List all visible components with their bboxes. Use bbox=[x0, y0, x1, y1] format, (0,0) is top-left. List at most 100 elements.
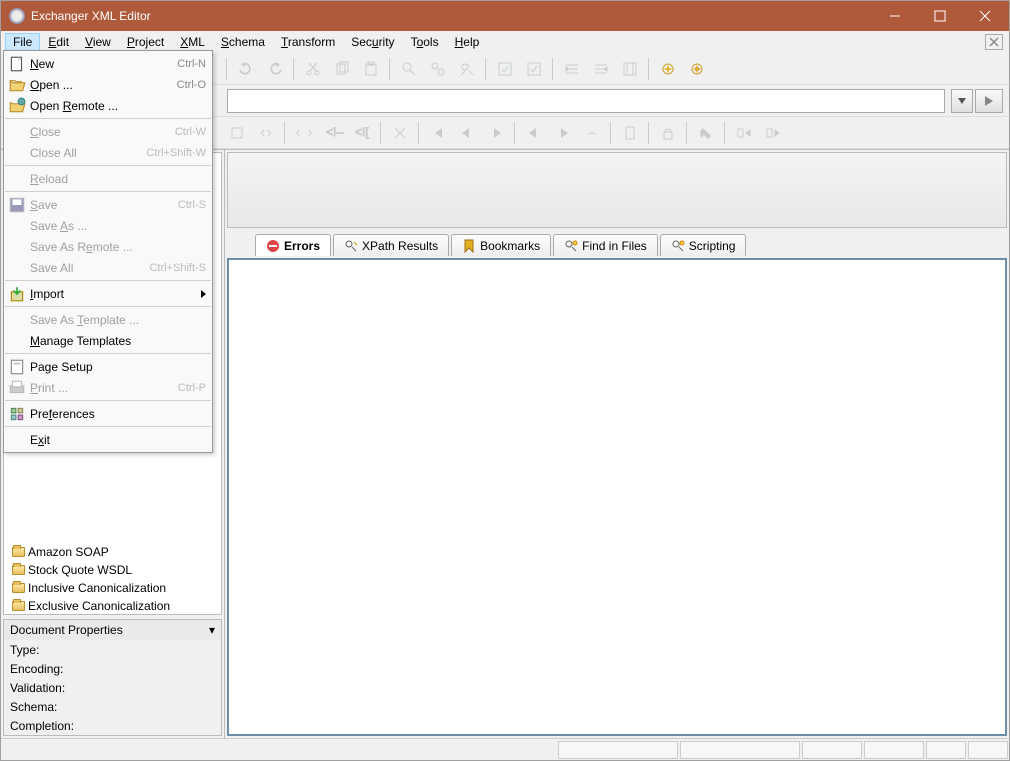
find-next-button[interactable] bbox=[424, 55, 451, 82]
undo-button[interactable] bbox=[232, 55, 259, 82]
cdata-button[interactable]: <![ bbox=[348, 119, 375, 146]
menu-view[interactable]: View bbox=[77, 33, 119, 51]
svg-text:<!--: <!-- bbox=[326, 125, 344, 139]
tab-errors[interactable]: Errors bbox=[255, 234, 331, 256]
status-cell bbox=[802, 741, 862, 759]
print-icon bbox=[8, 380, 26, 396]
open-icon bbox=[8, 77, 26, 93]
menu-item-open-remote[interactable]: Open Remote ... bbox=[4, 95, 212, 116]
lock-button[interactable] bbox=[654, 119, 681, 146]
project-item[interactable]: Exclusive Canonicalization bbox=[10, 597, 221, 615]
menu-item-exit[interactable]: Exit bbox=[4, 429, 212, 450]
blank-icon bbox=[8, 312, 26, 328]
find-icon bbox=[564, 239, 578, 253]
goto-start-button[interactable] bbox=[424, 119, 451, 146]
statusbar bbox=[1, 738, 1009, 760]
select-element-button[interactable] bbox=[223, 119, 250, 146]
menu-item-save-as: Save As ... bbox=[4, 215, 212, 236]
menu-security[interactable]: Security bbox=[343, 33, 402, 51]
expand-button[interactable] bbox=[759, 119, 786, 146]
menu-project[interactable]: Project bbox=[119, 33, 172, 51]
validate-button[interactable] bbox=[491, 55, 518, 82]
property-row: Completion: bbox=[4, 716, 221, 735]
svg-text:<![: <![ bbox=[355, 125, 369, 139]
find-button[interactable] bbox=[395, 55, 422, 82]
tab-find-in-files[interactable]: Find in Files bbox=[553, 234, 658, 256]
file-menu-dropdown: NewCtrl-NOpen ...Ctrl-OOpen Remote ... Cl… bbox=[3, 50, 213, 453]
wellformed-button[interactable] bbox=[520, 55, 547, 82]
menu-item-open[interactable]: Open ...Ctrl-O bbox=[4, 74, 212, 95]
dropdown-arrow-icon: ▾ bbox=[209, 623, 215, 637]
blank-icon bbox=[8, 145, 26, 161]
goto-prev-button[interactable] bbox=[453, 119, 480, 146]
goto-next-button[interactable] bbox=[482, 119, 509, 146]
open-remote-icon bbox=[8, 98, 26, 114]
menu-help[interactable]: Help bbox=[447, 33, 488, 51]
outdent-button[interactable] bbox=[587, 55, 614, 82]
xpath-run-button[interactable] bbox=[975, 89, 1003, 113]
right-panel: ErrorsXPath ResultsBookmarksFind in File… bbox=[225, 150, 1009, 738]
property-row: Validation: bbox=[4, 678, 221, 697]
paste-button[interactable] bbox=[357, 55, 384, 82]
mdi-close-icon[interactable] bbox=[985, 34, 1003, 50]
status-cell bbox=[680, 741, 800, 759]
menu-item-import[interactable]: Import bbox=[4, 283, 212, 304]
property-row: Type: bbox=[4, 640, 221, 659]
menu-transform[interactable]: Transform bbox=[273, 33, 343, 51]
close-button[interactable] bbox=[962, 2, 1007, 31]
collapse-button[interactable] bbox=[730, 119, 757, 146]
up-button[interactable] bbox=[578, 119, 605, 146]
blank-icon bbox=[8, 260, 26, 276]
highlight-button[interactable] bbox=[692, 119, 719, 146]
indent-button[interactable] bbox=[558, 55, 585, 82]
copy-button[interactable] bbox=[328, 55, 355, 82]
xpath-input[interactable] bbox=[227, 89, 945, 113]
debug-scenario-button[interactable] bbox=[683, 55, 710, 82]
app-icon bbox=[9, 8, 25, 24]
tab-bookmarks[interactable]: Bookmarks bbox=[451, 234, 551, 256]
comment-button[interactable]: <!-- bbox=[319, 119, 346, 146]
split-button[interactable] bbox=[386, 119, 413, 146]
menu-tools[interactable]: Tools bbox=[403, 33, 447, 51]
replace-button[interactable] bbox=[453, 55, 480, 82]
document-properties-header[interactable]: Document Properties ▾ bbox=[4, 620, 221, 640]
menu-item-save-as-remote: Save As Remote ... bbox=[4, 236, 212, 257]
menu-schema[interactable]: Schema bbox=[213, 33, 273, 51]
menu-edit[interactable]: Edit bbox=[40, 33, 77, 51]
select-content-button[interactable] bbox=[252, 119, 279, 146]
project-item[interactable]: Stock Quote WSDL bbox=[10, 561, 221, 579]
blank-icon bbox=[8, 171, 26, 187]
blank-icon bbox=[8, 124, 26, 140]
menu-file[interactable]: File bbox=[5, 33, 40, 51]
menu-item-close: CloseCtrl-W bbox=[4, 121, 212, 142]
app-window: Exchanger XML Editor File Edit View Proj… bbox=[0, 0, 1010, 761]
xpath-dropdown-button[interactable] bbox=[951, 89, 973, 113]
menu-item-save-all: Save AllCtrl+Shift-S bbox=[4, 257, 212, 278]
first-child-button[interactable] bbox=[520, 119, 547, 146]
maximize-button[interactable] bbox=[917, 2, 962, 31]
window-title: Exchanger XML Editor bbox=[31, 9, 872, 23]
property-row: Encoding: bbox=[4, 659, 221, 678]
bookmark-button[interactable] bbox=[616, 119, 643, 146]
tab-scripting[interactable]: Scripting bbox=[660, 234, 747, 256]
blank-icon bbox=[8, 333, 26, 349]
minimize-button[interactable] bbox=[872, 2, 917, 31]
project-item[interactable]: Amazon SOAP bbox=[10, 543, 221, 561]
menu-item-manage-templates[interactable]: Manage Templates bbox=[4, 330, 212, 351]
cut-button[interactable] bbox=[299, 55, 326, 82]
menu-xml[interactable]: XML bbox=[172, 33, 213, 51]
run-scenario-button[interactable] bbox=[654, 55, 681, 82]
blank-icon bbox=[8, 239, 26, 255]
project-item[interactable]: Inclusive Canonicalization bbox=[10, 579, 221, 597]
menu-item-page-setup[interactable]: Page Setup bbox=[4, 356, 212, 377]
redo-button[interactable] bbox=[261, 55, 288, 82]
tab-xpath-results[interactable]: XPath Results bbox=[333, 234, 449, 256]
menu-item-new[interactable]: NewCtrl-N bbox=[4, 53, 212, 74]
import-icon bbox=[8, 286, 26, 302]
menu-item-preferences[interactable]: Preferences bbox=[4, 403, 212, 424]
tag-button[interactable] bbox=[290, 119, 317, 146]
blank-icon bbox=[8, 432, 26, 448]
last-child-button[interactable] bbox=[549, 119, 576, 146]
bookmark-icon bbox=[462, 239, 476, 253]
format-button[interactable] bbox=[616, 55, 643, 82]
